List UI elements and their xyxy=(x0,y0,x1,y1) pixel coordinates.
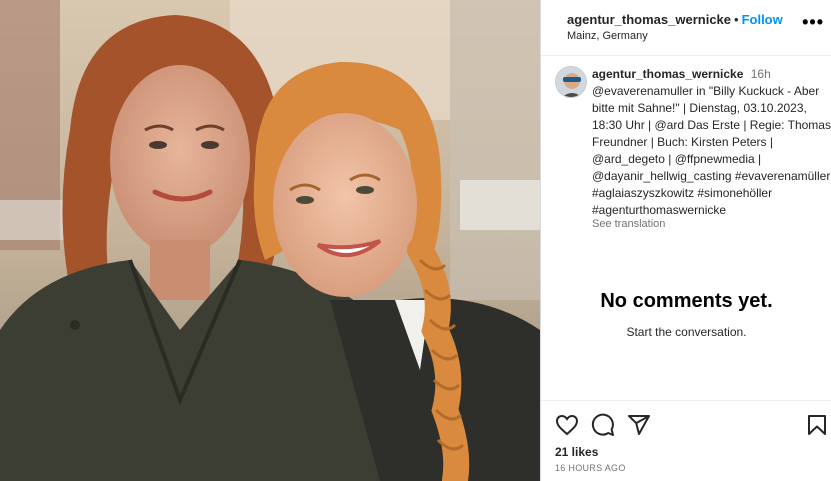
heart-icon[interactable] xyxy=(555,413,579,437)
post-image xyxy=(0,0,540,481)
post-header: agentur_thomas_wernicke • Follow Mainz, Ge… xyxy=(541,0,831,56)
caption-body: agentur_thomas_wernicke 16h @evaverenamu… xyxy=(592,66,831,219)
comment-icon[interactable] xyxy=(591,413,615,437)
bookmark-icon[interactable] xyxy=(805,413,829,437)
header-separator-dot: • xyxy=(734,12,739,27)
no-comments-title: No comments yet. xyxy=(600,290,773,312)
share-icon[interactable] xyxy=(627,413,651,437)
avatar[interactable] xyxy=(555,66,587,98)
caption-text: @evaverenamuller in "Billy Kuckuck - Abe… xyxy=(592,84,831,217)
header-username[interactable]: agentur_thomas_wernicke xyxy=(567,12,731,27)
more-options-icon[interactable]: ••• xyxy=(802,13,824,31)
post-location[interactable]: Mainz, Germany xyxy=(567,30,648,42)
see-translation-link[interactable]: See translation xyxy=(592,218,665,230)
follow-button[interactable]: Follow xyxy=(742,12,783,27)
comments-empty-state: No comments yet. Start the conversation. xyxy=(541,290,831,339)
post-actions: 21 likes 16 HOURS AGO xyxy=(541,400,831,481)
start-conversation-text: Start the conversation. xyxy=(626,325,747,339)
post-time-ago: 16 HOURS AGO xyxy=(555,463,626,473)
caption-username[interactable]: agentur_thomas_wernicke xyxy=(592,67,743,81)
caption-time: 16h xyxy=(750,67,771,81)
post-photo[interactable] xyxy=(0,0,540,481)
likes-count[interactable]: 21 likes xyxy=(555,445,598,459)
post-details-panel: agentur_thomas_wernicke • Follow Mainz, Ge… xyxy=(540,0,831,481)
post-header-user: agentur_thomas_wernicke • Follow xyxy=(567,12,783,27)
